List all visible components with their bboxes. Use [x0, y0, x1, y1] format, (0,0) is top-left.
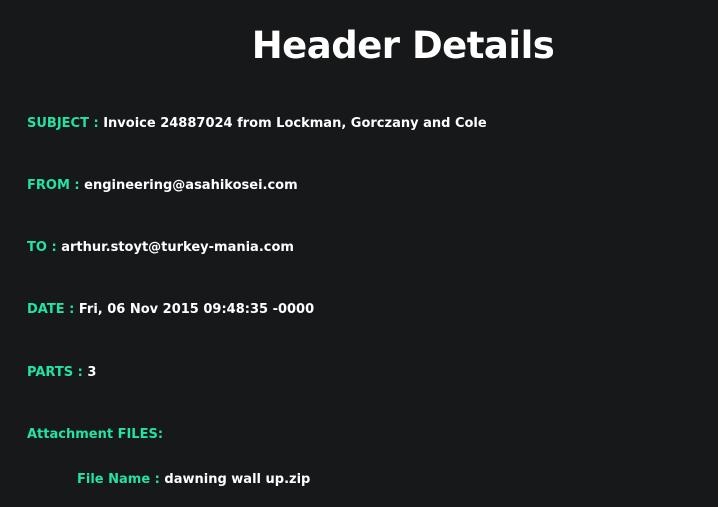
to-value: arthur.stoyt@turkey-mania.com: [61, 240, 294, 255]
from-value: engineering@asahikosei.com: [84, 178, 298, 193]
parts-value: 3: [87, 365, 97, 380]
file-name-row: File Name : dawning wall up.zip: [77, 472, 310, 488]
file-name-label: File Name :: [77, 472, 160, 487]
from-row: FROM : engineering@asahikosei.com: [27, 178, 298, 194]
subject-value: Invoice 24887024 from Lockman, Gorczany …: [103, 116, 487, 131]
date-value: Fri, 06 Nov 2015 09:48:35 -0000: [78, 302, 315, 317]
page-title: Header Details: [251, 24, 555, 67]
attachment-files-row: Attachment FILES:: [27, 427, 163, 443]
parts-label: PARTS :: [27, 365, 83, 380]
attachment-files-label: Attachment FILES:: [27, 427, 164, 442]
subject-row: SUBJECT : Invoice 24887024 from Lockman,…: [27, 116, 487, 132]
subject-label: SUBJECT :: [27, 116, 99, 131]
to-row: TO : arthur.stoyt@turkey-mania.com: [27, 240, 294, 256]
from-label: FROM :: [27, 178, 80, 193]
to-label: TO :: [27, 240, 57, 255]
file-name-value: dawning wall up.zip: [164, 472, 311, 487]
parts-row: PARTS : 3: [27, 365, 96, 381]
date-row: DATE : Fri, 06 Nov 2015 09:48:35 -0000: [27, 302, 314, 318]
date-label: DATE :: [27, 302, 75, 317]
